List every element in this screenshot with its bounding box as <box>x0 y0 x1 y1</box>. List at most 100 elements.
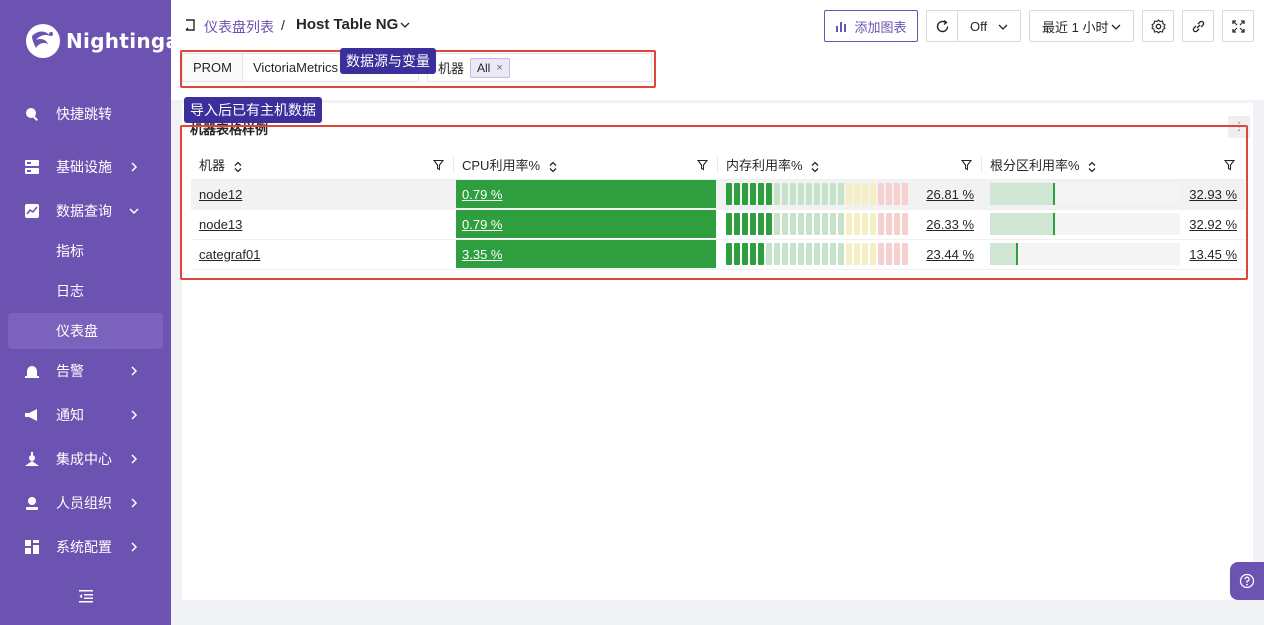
memory-gauge-segment <box>750 243 756 265</box>
chevron-right-icon <box>131 366 138 376</box>
sidebar-item-label: 集成中心 <box>56 451 112 467</box>
help-button[interactable] <box>1230 562 1264 600</box>
memory-gauge-segment <box>742 183 748 205</box>
memory-gauge-segment <box>750 213 756 235</box>
disk-value[interactable]: 32.93 % <box>1189 187 1237 202</box>
sidebar-item-infrastructure[interactable]: 基础设施 <box>0 149 171 185</box>
panel-menu-button[interactable]: ⋮ <box>1228 116 1250 138</box>
sort-icon[interactable] <box>1087 161 1097 173</box>
dashboard-header: 仪表盘列表 / Host Table NG 添加图表 Off 最近 1 小时 <box>171 0 1264 100</box>
chevron-right-icon <box>131 454 138 464</box>
sidebar-item-label: 基础设施 <box>56 159 112 175</box>
sidebar-item-integration[interactable]: 集成中心 <box>0 441 171 477</box>
datasource-value[interactable]: VictoriaMetrics <box>243 60 338 75</box>
disk-gauge <box>990 183 1180 205</box>
memory-gauge-segment <box>870 243 876 265</box>
host-cell: categraf01 <box>191 239 454 270</box>
search-icon <box>24 106 40 122</box>
filter-icon[interactable] <box>1224 159 1235 171</box>
host-link[interactable]: node13 <box>199 217 242 232</box>
refresh-button[interactable] <box>926 10 958 42</box>
memory-gauge-segment <box>830 183 836 205</box>
filter-icon[interactable] <box>433 159 444 171</box>
memory-gauge-segment <box>902 213 908 235</box>
column-header-root-disk[interactable]: 根分区利用率% <box>982 151 1245 180</box>
memory-value[interactable]: 26.81 % <box>926 187 974 202</box>
disk-gauge-fill <box>990 183 1053 205</box>
back-icon[interactable] <box>183 18 197 32</box>
cpu-value[interactable]: 3.35 % <box>462 247 502 262</box>
question-icon <box>1239 573 1255 589</box>
memory-gauge-segment <box>846 243 852 265</box>
memory-gauge-segment <box>894 183 900 205</box>
chevron-down-icon[interactable] <box>400 20 410 30</box>
host-link[interactable]: node12 <box>199 187 242 202</box>
dashboard-panel: 机器表格样例 ⋮ 机器 CPU利用率% 内存利用率% 根分区利用率% node1… <box>182 103 1253 600</box>
memory-gauge-segment <box>838 183 844 205</box>
nightingale-bird-icon <box>24 22 62 60</box>
sidebar-item-people[interactable]: 人员组织 <box>0 485 171 521</box>
sidebar-subitem-metrics[interactable]: 指标 <box>0 233 171 269</box>
column-header-label: 机器 <box>199 158 226 174</box>
sidebar-item-alerting[interactable]: 告警 <box>0 353 171 389</box>
close-icon[interactable]: × <box>496 62 502 74</box>
share-link-button[interactable] <box>1182 10 1214 42</box>
sort-icon[interactable] <box>233 161 243 173</box>
collapse-menu-icon[interactable] <box>78 588 94 604</box>
sort-icon[interactable] <box>810 161 820 173</box>
sidebar-item-notification[interactable]: 通知 <box>0 397 171 433</box>
column-header-cpu[interactable]: CPU利用率% <box>454 151 718 180</box>
refresh-interval-select[interactable]: Off <box>957 10 1021 42</box>
breadcrumb-dashboard-list[interactable]: 仪表盘列表 <box>204 17 274 37</box>
column-header-memory[interactable]: 内存利用率% <box>718 151 982 180</box>
memory-gauge-segment <box>798 213 804 235</box>
disk-cell: 13.45 % <box>982 239 1245 270</box>
memory-gauge-segment <box>902 183 908 205</box>
sidebar-item-label: 通知 <box>56 407 84 423</box>
memory-gauge-segment <box>726 183 732 205</box>
memory-gauge-segment <box>894 243 900 265</box>
server-icon <box>24 159 40 175</box>
sidebar-subitem-dashboard[interactable]: 仪表盘 <box>8 313 163 349</box>
sidebar-item-data-query[interactable]: 数据查询 <box>0 193 171 229</box>
time-range-select[interactable]: 最近 1 小时 <box>1029 10 1134 42</box>
cpu-value[interactable]: 0.79 % <box>462 217 502 232</box>
sidebar-item-quick-jump[interactable]: 快捷跳转 <box>0 96 171 132</box>
sort-icon[interactable] <box>548 161 558 173</box>
memory-gauge-segment <box>894 213 900 235</box>
dashboard-title[interactable]: Host Table NG <box>296 16 398 33</box>
settings-grid-icon <box>24 539 40 555</box>
memory-gauge-segment <box>886 213 892 235</box>
memory-gauge-segment <box>854 183 860 205</box>
memory-gauge-segment <box>846 213 852 235</box>
disk-value[interactable]: 32.92 % <box>1189 217 1237 232</box>
add-chart-label: 添加图表 <box>854 19 907 35</box>
gear-icon <box>1150 18 1166 34</box>
memory-value[interactable]: 23.44 % <box>926 247 974 262</box>
host-link[interactable]: categraf01 <box>199 247 260 262</box>
fullscreen-button[interactable] <box>1222 10 1254 42</box>
cpu-value[interactable]: 0.79 % <box>462 187 502 202</box>
settings-button[interactable] <box>1142 10 1174 42</box>
sidebar-item-system-config[interactable]: 系统配置 <box>0 529 171 565</box>
sidebar-subitem-label: 指标 <box>56 243 84 259</box>
chevron-right-icon <box>131 542 138 552</box>
host-variable[interactable]: 机器 All × <box>427 53 652 82</box>
memory-value[interactable]: 26.33 % <box>926 217 974 232</box>
memory-gauge-segment <box>750 183 756 205</box>
memory-gauge <box>726 183 908 205</box>
annotation-datasource-tip: 数据源与变量 <box>340 48 436 74</box>
disk-value[interactable]: 13.45 % <box>1189 247 1237 262</box>
chevron-right-icon <box>131 498 138 508</box>
disk-gauge-marker <box>1016 243 1018 265</box>
sidebar-item-label: 人员组织 <box>56 495 112 511</box>
host-tag-all[interactable]: All × <box>470 57 510 78</box>
sidebar-subitem-logs[interactable]: 日志 <box>0 273 171 309</box>
column-header-host[interactable]: 机器 <box>191 151 454 180</box>
disk-gauge-marker <box>1053 213 1055 235</box>
disk-gauge <box>990 243 1180 265</box>
filter-icon[interactable] <box>697 159 708 171</box>
add-chart-button[interactable]: 添加图表 <box>824 10 918 42</box>
filter-icon[interactable] <box>961 159 972 171</box>
memory-gauge-segment <box>854 213 860 235</box>
